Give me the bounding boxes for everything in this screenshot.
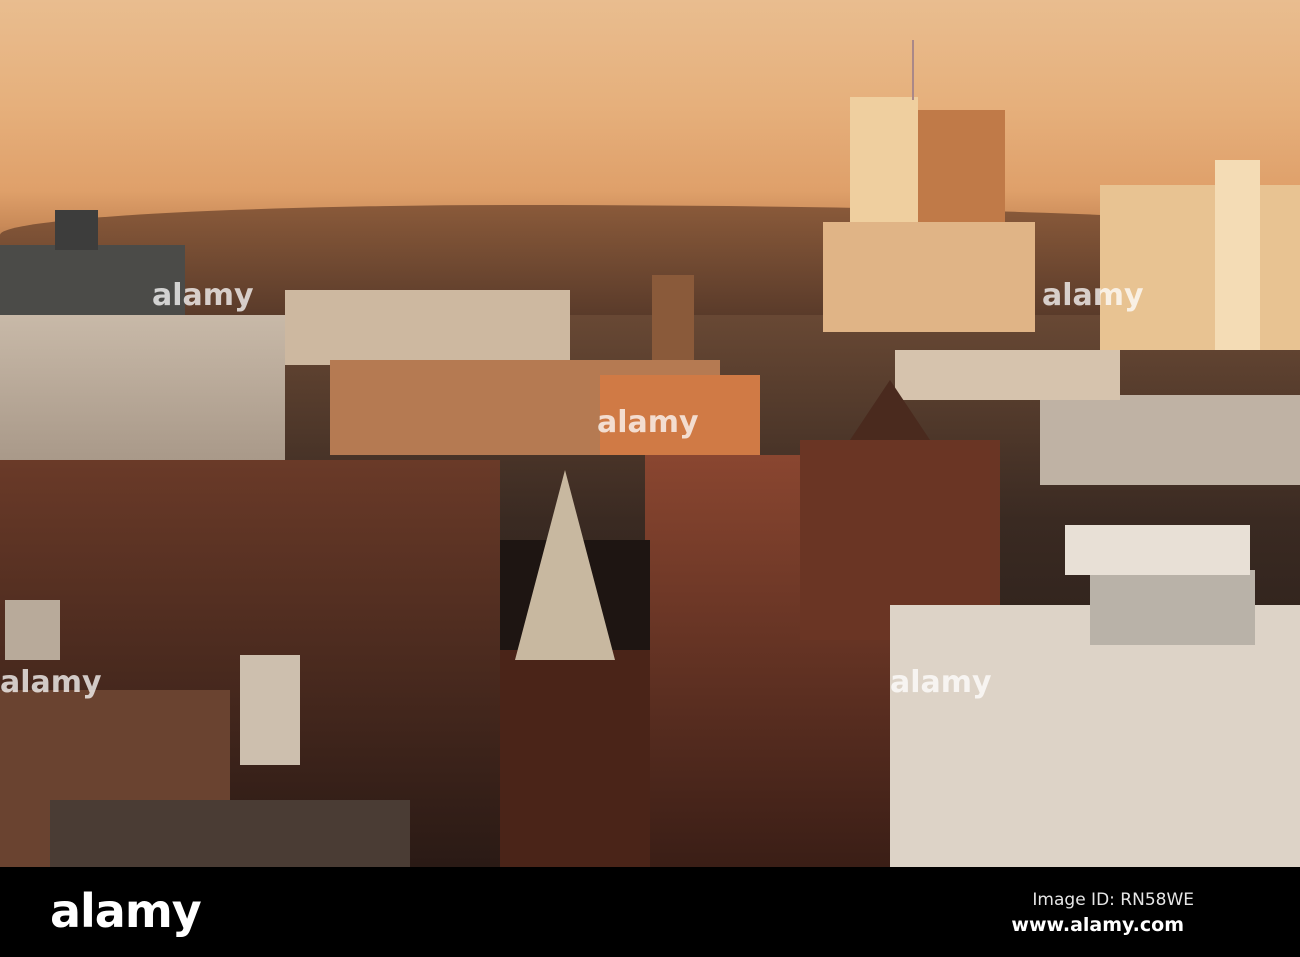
tower-podium (823, 222, 1035, 332)
clock-tower (652, 275, 694, 365)
right-mid-block (1040, 395, 1300, 485)
silver-spire (515, 470, 615, 660)
right-tower (1100, 185, 1300, 350)
site-url: www.alamy.com (1011, 914, 1184, 936)
flat-roof (50, 800, 410, 867)
antenna (912, 40, 914, 100)
white-block-roof (1065, 525, 1250, 575)
roof-turret (850, 380, 930, 440)
glass-tower (55, 210, 98, 250)
watermark: alamy (890, 665, 992, 700)
watermark: alamy (0, 665, 102, 700)
office-block (285, 290, 570, 365)
watermark: alamy (597, 405, 699, 440)
gothic-tower (500, 650, 650, 867)
watermark: alamy (152, 278, 254, 313)
image-id: Image ID: RN58WE (1032, 890, 1194, 910)
alamy-logo: alamy (50, 884, 202, 938)
shopping-centre (0, 315, 285, 465)
city-skyline-photo: alamy alamy alamy alamy alamy (0, 0, 1300, 867)
chimney (240, 655, 300, 765)
right-tower-core (1215, 160, 1260, 350)
watermark: alamy (1042, 278, 1144, 313)
rooftop-structure (1090, 570, 1255, 645)
chimney (5, 600, 60, 660)
